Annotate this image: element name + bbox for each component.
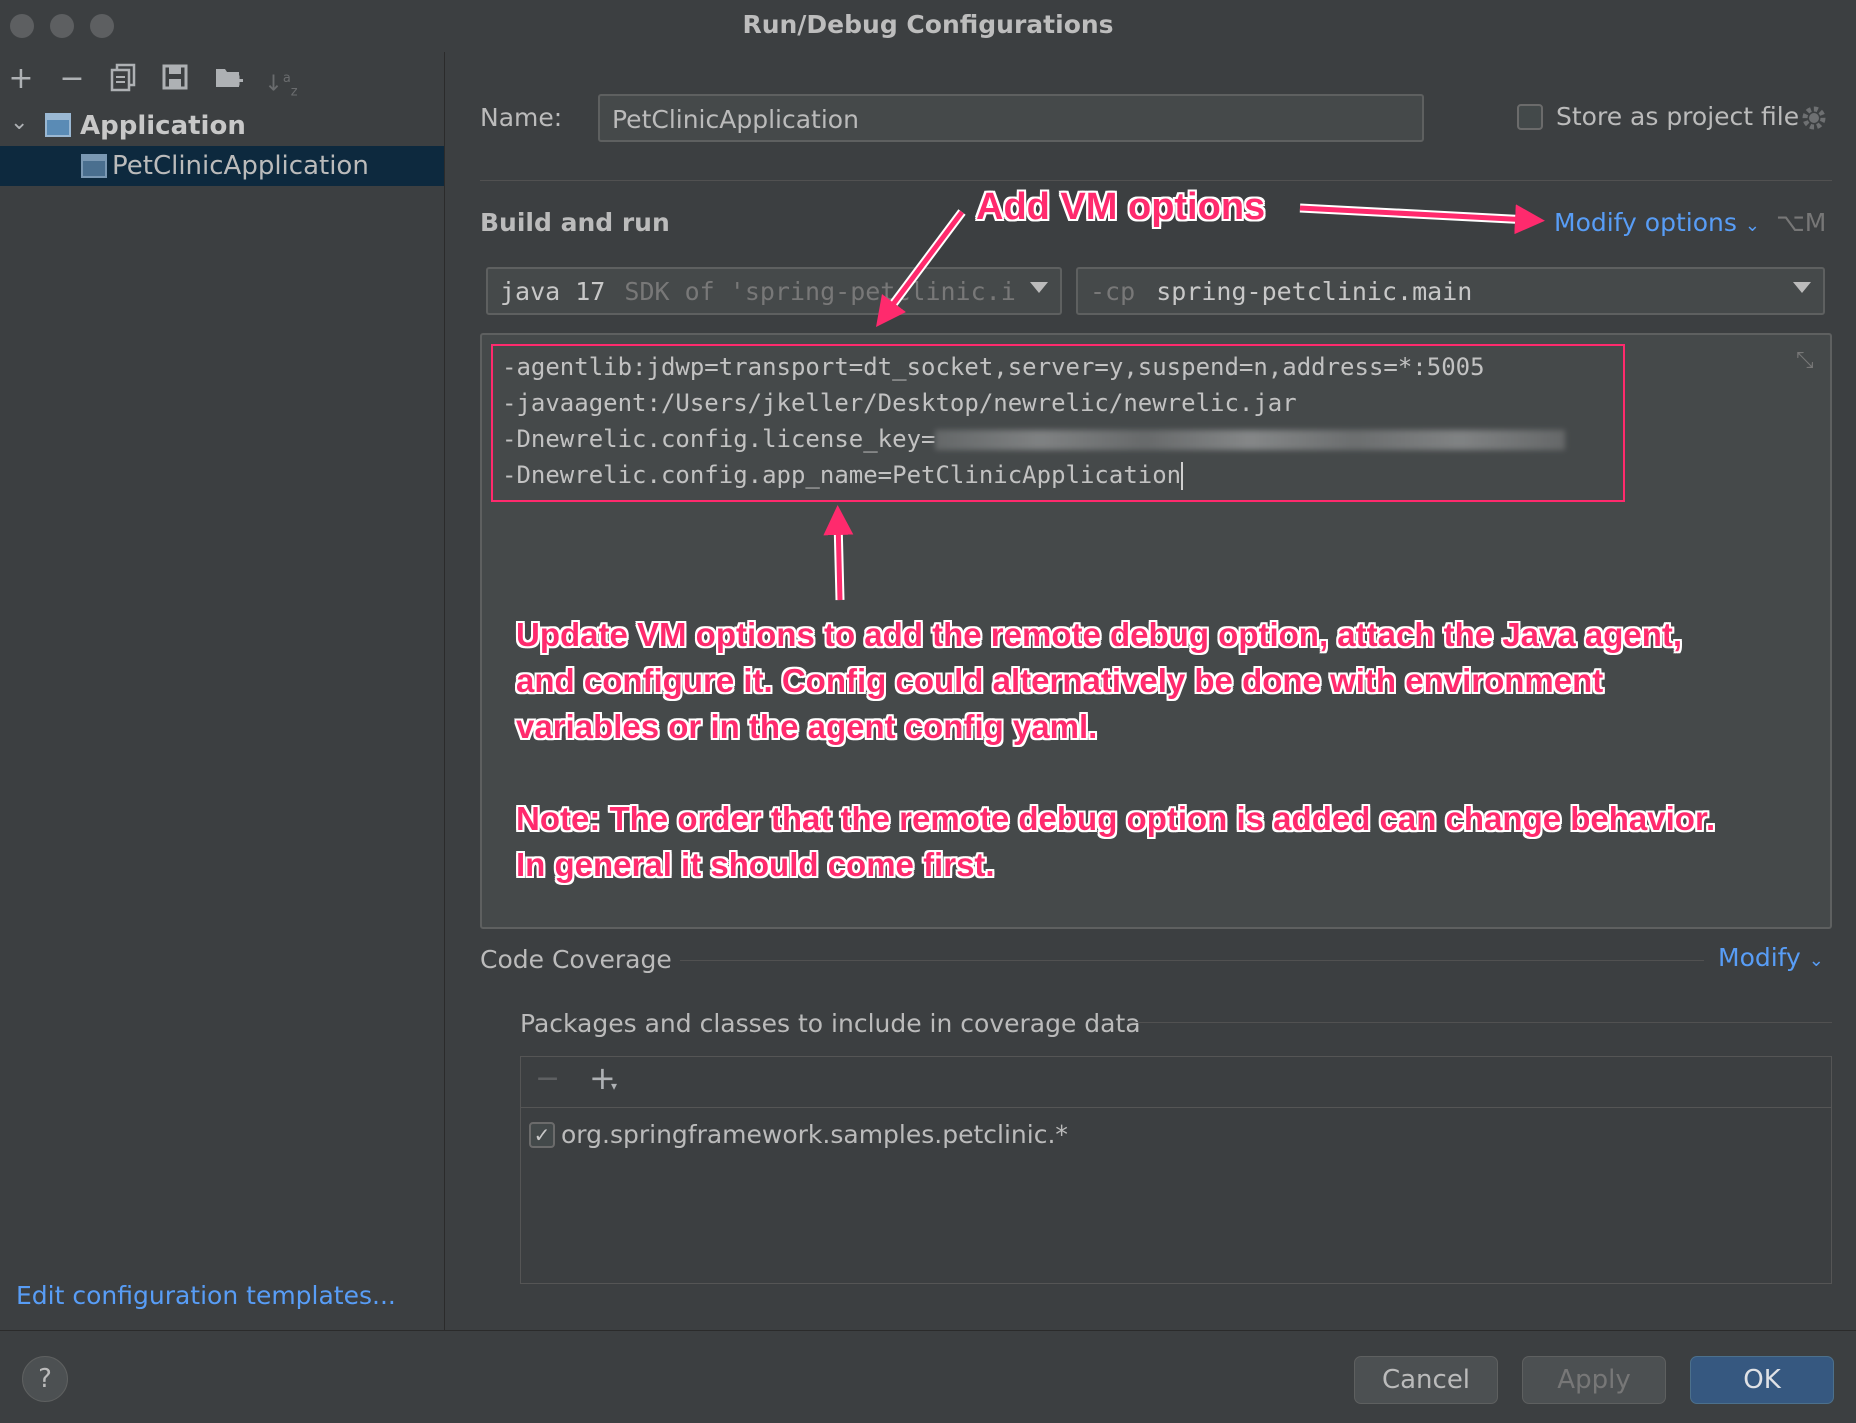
arrow-to-vm-options bbox=[876, 210, 965, 328]
ok-button[interactable]: OK bbox=[1690, 1356, 1834, 1404]
cancel-button[interactable]: Cancel bbox=[1354, 1356, 1498, 1404]
help-button[interactable]: ? bbox=[22, 1356, 68, 1402]
apply-button[interactable]: Apply bbox=[1522, 1356, 1666, 1404]
arrow-up-to-vm-options bbox=[823, 505, 854, 601]
annotation-arrows bbox=[823, 203, 1545, 601]
